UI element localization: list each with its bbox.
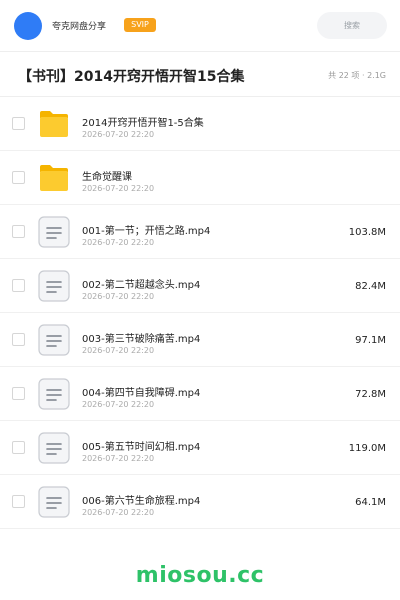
item-date: 2026-07-20 22:20 [82, 238, 155, 247]
item-checkbox[interactable] [12, 387, 25, 400]
item-size: 64.1M [355, 497, 386, 508]
item-name: 2014开窍开悟开智1-5合集 [82, 118, 204, 129]
video-file-icon [38, 270, 70, 302]
item-size: 103.8M [348, 227, 386, 238]
list-item[interactable]: 001-第一节；开悟之路.mp4 2026-07-20 22:20 103.8M [0, 205, 400, 259]
item-date: 2026-07-20 22:20 [82, 292, 155, 301]
list-item[interactable]: 002-第二节超越念头.mp4 2026-07-20 22:20 82.4M [0, 259, 400, 313]
item-date: 2026-07-20 22:20 [82, 184, 155, 193]
item-checkbox[interactable] [12, 225, 25, 238]
item-size: 72.8M [355, 389, 386, 400]
video-file-icon [38, 486, 70, 518]
item-name: 002-第二节超越念头.mp4 [82, 280, 201, 291]
list-item[interactable]: 2014开窍开悟开智1-5合集 2026-07-20 22:20 [0, 97, 400, 151]
item-date: 2026-07-20 22:20 [82, 346, 155, 355]
file-list: 2014开窍开悟开智1-5合集 2026-07-20 22:20 生命觉醒课 2… [0, 97, 400, 529]
item-size: 119.0M [348, 443, 386, 454]
item-checkbox[interactable] [12, 279, 25, 292]
svip-badge: SVIP [124, 18, 156, 32]
video-file-icon [38, 324, 70, 356]
item-name: 005-第五节时间幻相.mp4 [82, 442, 201, 453]
item-name: 001-第一节；开悟之路.mp4 [82, 226, 211, 237]
top-bar: 夸克网盘分享 SVIP 搜索 [0, 0, 400, 52]
item-checkbox[interactable] [12, 333, 25, 346]
video-file-icon [38, 378, 70, 410]
list-item[interactable]: 005-第五节时间幻相.mp4 2026-07-20 22:20 119.0M [0, 421, 400, 475]
item-size: 82.4M [355, 281, 386, 292]
item-checkbox[interactable] [12, 495, 25, 508]
folder-summary: 共 22 项 · 2.1G [328, 71, 386, 80]
item-name: 004-第四节自我障碍.mp4 [82, 388, 201, 399]
video-file-icon [38, 432, 70, 464]
item-size: 97.1M [355, 335, 386, 346]
search-box[interactable]: 搜索 [317, 12, 387, 39]
item-date: 2026-07-20 22:20 [82, 400, 155, 409]
list-item[interactable]: 004-第四节自我障碍.mp4 2026-07-20 22:20 72.8M [0, 367, 400, 421]
item-checkbox[interactable] [12, 171, 25, 184]
folder-icon [40, 165, 68, 191]
item-checkbox[interactable] [12, 117, 25, 130]
item-date: 2026-07-20 22:20 [82, 454, 155, 463]
item-checkbox[interactable] [12, 441, 25, 454]
folder-title-bar: 【书刊】2014开窍开悟开智15合集 共 22 项 · 2.1G [0, 52, 400, 97]
list-item[interactable]: 006-第六节生命旅程.mp4 2026-07-20 22:20 64.1M [0, 475, 400, 529]
list-item[interactable]: 生命觉醒课 2026-07-20 22:20 [0, 151, 400, 205]
item-date: 2026-07-20 22:20 [82, 508, 155, 517]
item-date: 2026-07-20 22:20 [82, 130, 155, 139]
item-name: 生命觉醒课 [82, 172, 132, 183]
folder-icon [40, 111, 68, 137]
watermark: miosou.cc [135, 563, 265, 588]
list-item[interactable]: 003-第三节破除痛苦.mp4 2026-07-20 22:20 97.1M [0, 313, 400, 367]
brand-name: 夸克网盘分享 [52, 22, 107, 32]
item-name: 003-第三节破除痛苦.mp4 [82, 334, 201, 345]
avatar[interactable] [14, 12, 42, 40]
item-name: 006-第六节生命旅程.mp4 [82, 496, 201, 507]
video-file-icon [38, 216, 70, 248]
page-title: 【书刊】2014开窍开悟开智15合集 [18, 69, 245, 85]
